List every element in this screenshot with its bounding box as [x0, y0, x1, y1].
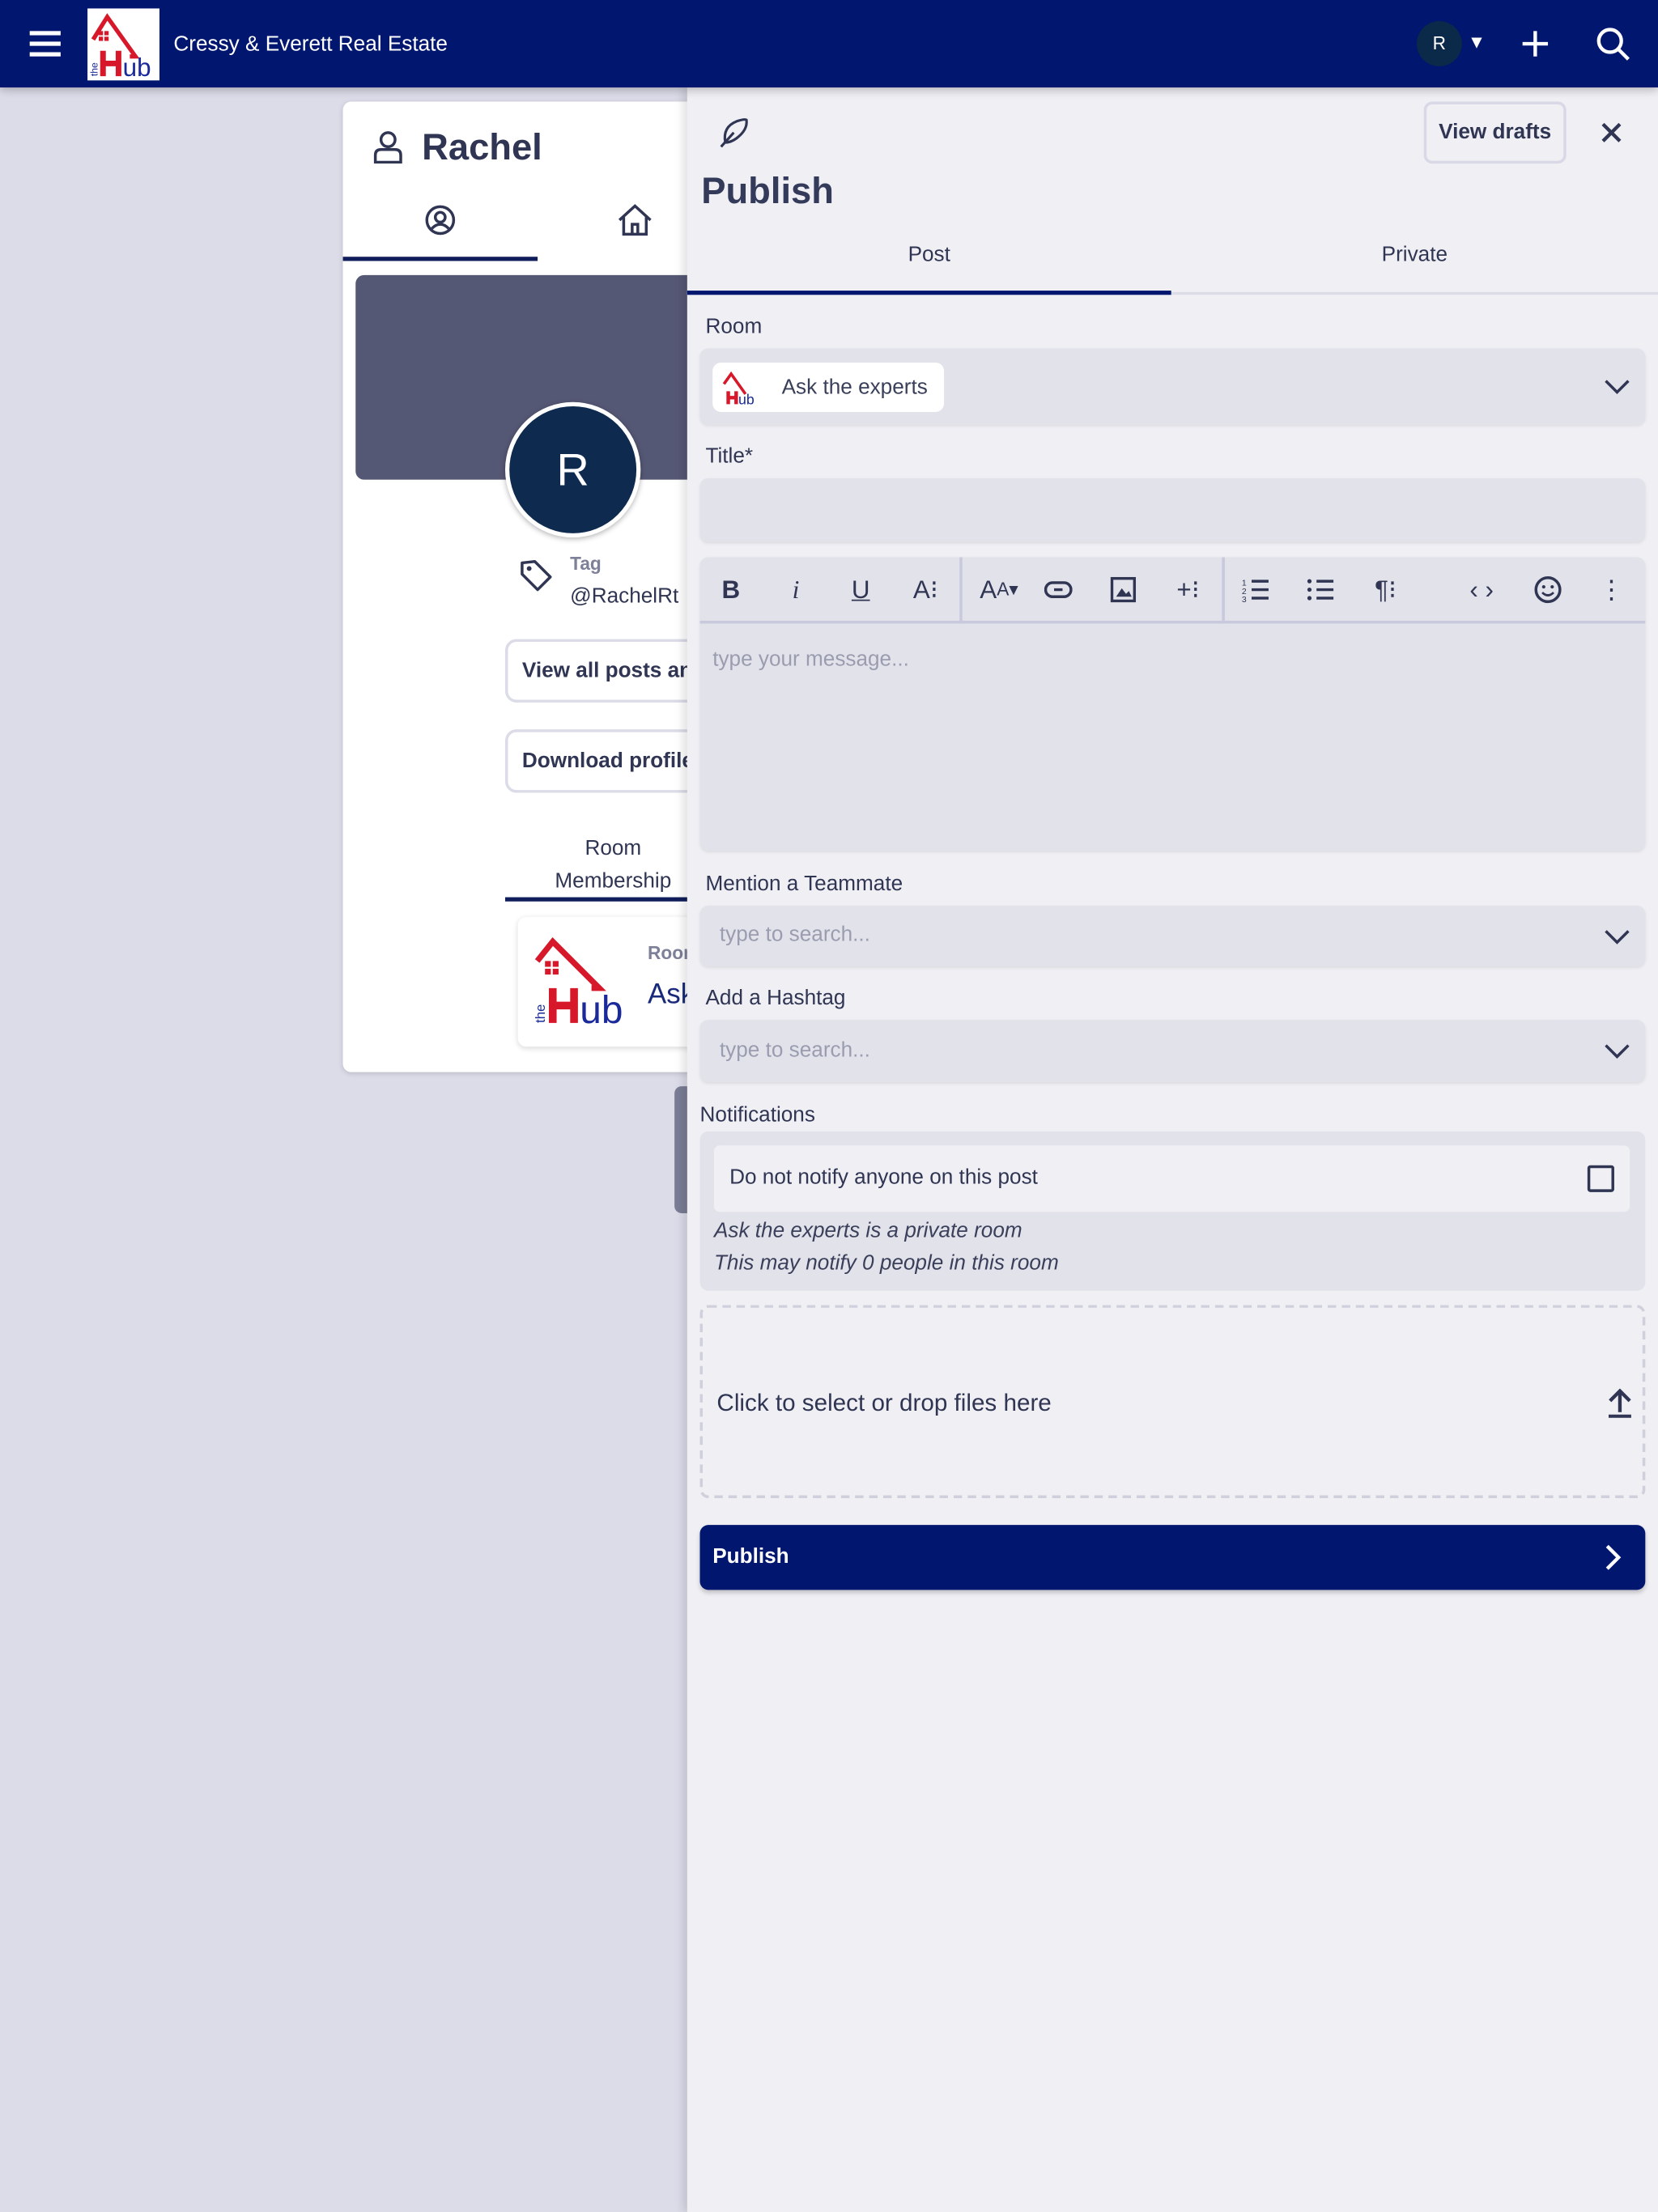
notifications-box: Do not notify anyone on this post Ask th…: [699, 1131, 1646, 1291]
plus-icon[interactable]: [1521, 30, 1550, 58]
room-label: Room: [705, 314, 763, 339]
feather-icon: [720, 118, 748, 148]
hashtag-select[interactable]: type to search...: [699, 1020, 1646, 1082]
room-tab-indicator: [504, 897, 710, 902]
tag-label: Tag: [570, 553, 602, 575]
svg-text:the: the: [533, 1004, 548, 1023]
svg-text:2: 2: [1242, 588, 1247, 597]
text-style-icon[interactable]: A⁝: [908, 574, 942, 605]
mention-select[interactable]: type to search...: [699, 905, 1646, 966]
room-card[interactable]: ub the Room Ask: [517, 916, 710, 1047]
bullet-list-icon[interactable]: [1304, 574, 1338, 605]
search-icon[interactable]: [1595, 25, 1631, 62]
message-editor[interactable]: B i U A⁝ A A▾ +⁝ 123 ¶⁝ ‹ › ⋮ type your m…: [699, 557, 1646, 851]
home-tab-icon[interactable]: [617, 203, 653, 237]
profile-card: Rachel R Tag @RachelRt View all posts an…: [342, 101, 710, 1072]
toolbar-separator: [1222, 557, 1225, 624]
svg-text:3: 3: [1242, 596, 1247, 602]
tag-icon: [521, 559, 552, 592]
hashtag-label: Add a Hashtag: [705, 986, 846, 1010]
file-dropzone[interactable]: Click to select or drop files here: [699, 1305, 1646, 1499]
mention-label: Mention a Teammate: [705, 872, 903, 896]
profile-name: Rachel: [422, 125, 542, 168]
room-logo: ub the: [533, 937, 623, 1032]
publish-button[interactable]: Publish: [699, 1525, 1646, 1590]
more-icon[interactable]: ⋮: [1595, 574, 1629, 605]
mention-placeholder: type to search...: [719, 922, 870, 947]
close-icon[interactable]: [1601, 121, 1623, 144]
panel-title: Publish: [701, 169, 834, 212]
download-profile-button[interactable]: Download profile: [504, 729, 710, 793]
notify-info-private: Ask the experts is a private room: [713, 1218, 1022, 1243]
emoji-icon[interactable]: [1531, 574, 1565, 605]
chevron-down-icon: [1605, 930, 1630, 945]
upload-icon: [1608, 1388, 1631, 1418]
ordered-list-icon[interactable]: 123: [1239, 574, 1273, 605]
company-name: Cressy & Everett Real Estate: [173, 32, 448, 57]
chevron-down-icon: [1605, 1044, 1630, 1059]
notifications-label: Notifications: [699, 1103, 815, 1127]
active-tab-indicator: [342, 257, 538, 261]
svg-text:ub: ub: [580, 989, 623, 1032]
room-chip: ub Ask the experts: [712, 362, 945, 412]
profile-tab-icon[interactable]: [425, 205, 456, 236]
toolbar-separator: [959, 557, 963, 624]
paragraph-icon[interactable]: ¶⁝: [1369, 574, 1403, 605]
hub-logo[interactable]: ub the: [87, 8, 159, 82]
underline-icon[interactable]: U: [844, 574, 878, 605]
italic-icon[interactable]: i: [779, 574, 813, 605]
menu-icon[interactable]: [29, 30, 61, 58]
svg-text:1: 1: [1242, 579, 1247, 588]
dropzone-text: Click to select or drop files here: [716, 1389, 1052, 1416]
room-chip-label: Ask the experts: [781, 375, 928, 400]
title-input[interactable]: [699, 478, 1646, 542]
link-icon[interactable]: [1041, 574, 1075, 605]
bold-icon[interactable]: B: [714, 574, 748, 605]
tab-post[interactable]: Post: [687, 243, 1171, 267]
insert-icon[interactable]: +⁝: [1171, 574, 1205, 605]
image-icon[interactable]: [1106, 574, 1140, 605]
room-membership-tab[interactable]: Room Membership: [505, 832, 710, 897]
publish-panel: Publish View drafts Post Private Room ub…: [687, 87, 1658, 2212]
no-notify-label: Do not notify anyone on this post: [729, 1165, 1038, 1190]
font-size-icon[interactable]: A A▾: [978, 574, 1020, 605]
active-tab-indicator: [687, 291, 1171, 295]
chevron-right-icon: [1605, 1544, 1622, 1570]
profile-avatar: R: [504, 401, 641, 538]
no-notify-checkbox[interactable]: [1587, 1165, 1614, 1192]
tag-value: @RachelRt: [570, 584, 679, 609]
hashtag-placeholder: type to search...: [719, 1038, 870, 1063]
view-drafts-button[interactable]: View drafts: [1423, 101, 1567, 164]
no-notify-option[interactable]: Do not notify anyone on this post: [713, 1145, 1630, 1212]
tab-label-line: Room: [585, 836, 642, 861]
room-select[interactable]: ub Ask the experts: [699, 348, 1646, 425]
svg-text:ub: ub: [738, 391, 755, 406]
room-chip-logo: ub: [722, 371, 755, 406]
user-avatar[interactable]: R: [1416, 21, 1462, 66]
top-bar: ub the Cressy & Everett Real Estate R ▼: [0, 0, 1658, 88]
caret-down-icon[interactable]: ▼: [1468, 31, 1486, 52]
view-all-posts-button[interactable]: View all posts an: [504, 639, 710, 703]
tab-private[interactable]: Private: [1171, 243, 1658, 267]
svg-text:ub: ub: [123, 53, 151, 80]
svg-text:the: the: [88, 62, 100, 76]
editor-toolbar: B i U A⁝ A A▾ +⁝ 123 ¶⁝ ‹ › ⋮: [699, 557, 1646, 624]
tab-label-line: Membership: [555, 868, 672, 894]
publish-button-label: Publish: [712, 1544, 789, 1569]
editor-placeholder: type your message...: [712, 647, 909, 672]
code-icon[interactable]: ‹ ›: [1465, 574, 1499, 605]
title-label: Title*: [705, 444, 754, 469]
person-icon: [373, 131, 402, 164]
notify-info-count: This may notify 0 people in this room: [713, 1251, 1059, 1276]
chevron-down-icon: [1605, 380, 1630, 395]
